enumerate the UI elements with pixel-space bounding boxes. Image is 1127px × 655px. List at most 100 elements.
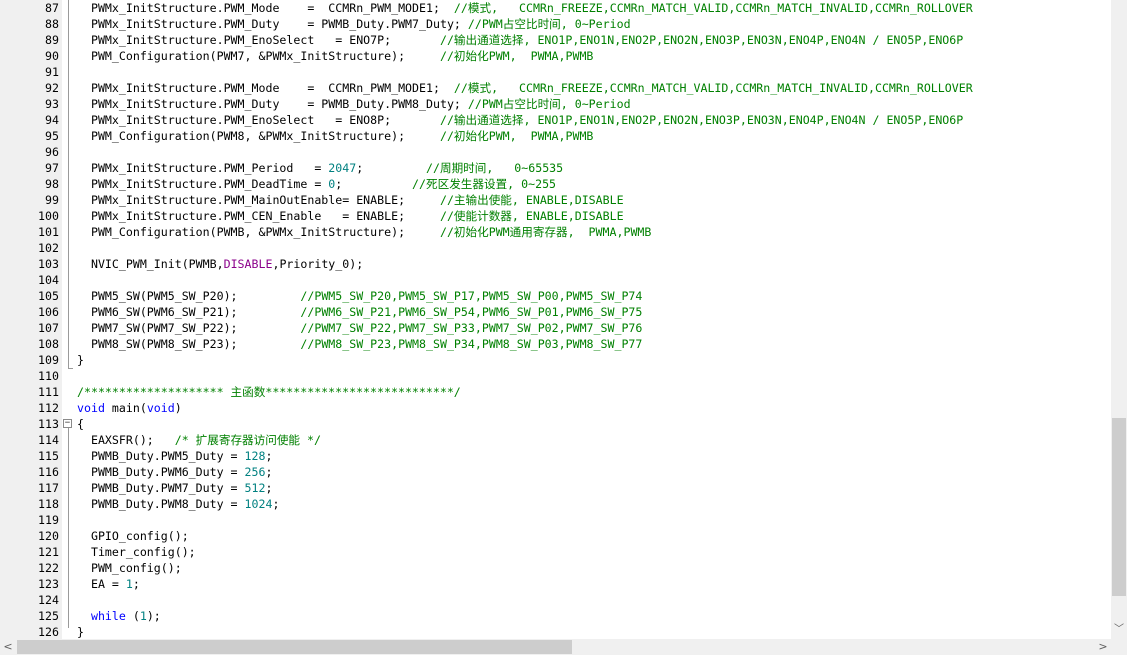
code-text: PWM5_SW(PWM5_SW_P20); //PWM5_SW_P20,PWM5… xyxy=(77,288,642,304)
code-token: PWMx_InitStructure.PWM_Mode = CCMRn_PWM_… xyxy=(77,1,454,15)
code-line[interactable]: 115 PWMB_Duty.PWM5_Duty = 128; xyxy=(0,448,1111,464)
code-line[interactable]: 91 xyxy=(0,64,1111,80)
code-line[interactable]: 121 Timer_config(); xyxy=(0,544,1111,560)
code-comment: //输出通道选择, ENO1P,ENO1N,ENO2P,ENO2N,ENO3P,… xyxy=(439,113,964,127)
code-line[interactable]: 125 while (1); xyxy=(0,608,1111,624)
code-line[interactable]: 119 xyxy=(0,512,1111,528)
code-line[interactable]: 87 PWMx_InitStructure.PWM_Mode = CCMRn_P… xyxy=(0,0,1111,16)
line-number: 102 xyxy=(38,241,59,255)
chevron-left-icon[interactable]: < xyxy=(0,639,16,655)
code-line[interactable]: 123 EA = 1; xyxy=(0,576,1111,592)
code-line[interactable]: 101 PWM_Configuration(PWMB, &PWMx_InitSt… xyxy=(0,224,1111,240)
line-number: 91 xyxy=(45,65,59,79)
line-number: 88 xyxy=(45,17,59,31)
vertical-scroll-thumb[interactable] xyxy=(1112,418,1126,596)
code-line[interactable]: 112 void main(void) xyxy=(0,400,1111,416)
code-line[interactable]: 116 PWMB_Duty.PWM6_Duty = 256; xyxy=(0,464,1111,480)
code-line[interactable]: 98 PWMx_InitStructure.PWM_DeadTime = 0; … xyxy=(0,176,1111,192)
code-line[interactable]: 94 PWMx_InitStructure.PWM_EnoSelect = EN… xyxy=(0,112,1111,128)
code-line[interactable]: 106 PWM6_SW(PWM6_SW_P21); //PWM6_SW_P21,… xyxy=(0,304,1111,320)
code-text: PWMx_InitStructure.PWM_CEN_Enable = ENAB… xyxy=(77,208,624,224)
code-line[interactable]: 118 PWMB_Duty.PWM8_Duty = 1024; xyxy=(0,496,1111,512)
code-text: void main(void) xyxy=(77,400,182,416)
code-token: PWMx_InitStructure.PWM_EnoSelect = ENO8P… xyxy=(77,113,440,127)
line-number: 92 xyxy=(45,81,59,95)
code-line[interactable]: 93 PWMx_InitStructure.PWM_Duty = PWMB_Du… xyxy=(0,96,1111,112)
code-token: ); xyxy=(146,609,161,623)
code-line[interactable]: 122 PWM_config(); xyxy=(0,560,1111,576)
code-token: ; xyxy=(335,177,413,191)
code-line[interactable]: 100 PWMx_InitStructure.PWM_CEN_Enable = … xyxy=(0,208,1111,224)
code-line[interactable]: 120 GPIO_config(); xyxy=(0,528,1111,544)
chevron-right-icon[interactable]: > xyxy=(1095,639,1111,655)
code-line[interactable]: 97 PWMx_InitStructure.PWM_Period = 2047;… xyxy=(0,160,1111,176)
code-line[interactable]: 105 PWM5_SW(PWM5_SW_P20); //PWM5_SW_P20,… xyxy=(0,288,1111,304)
code-text: PWMx_InitStructure.PWM_Duty = PWMB_Duty.… xyxy=(77,96,631,112)
code-line[interactable]: 99 PWMx_InitStructure.PWM_MainOutEnable=… xyxy=(0,192,1111,208)
code-token: PWMx_InitStructure.PWM_Mode = CCMRn_PWM_… xyxy=(77,81,454,95)
line-number: 120 xyxy=(38,529,59,543)
fold-guide-line xyxy=(68,0,69,368)
horizontal-scroll-thumb[interactable] xyxy=(17,640,572,654)
line-number: 101 xyxy=(38,225,59,239)
code-line[interactable]: 95 PWM_Configuration(PWM8, &PWMx_InitStr… xyxy=(0,128,1111,144)
line-number: 103 xyxy=(38,257,59,271)
fold-minus-icon[interactable]: − xyxy=(63,419,72,428)
code-line[interactable]: 109} xyxy=(0,352,1111,368)
code-line[interactable]: 117 PWMB_Duty.PWM7_Duty = 512; xyxy=(0,480,1111,496)
code-line[interactable]: 113 { xyxy=(0,416,1111,432)
code-line[interactable]: 114 EAXSFR(); /* 扩展寄存器访问使能 */ xyxy=(0,432,1111,448)
code-token: PWMB_Duty.PWM5_Duty = xyxy=(77,449,245,463)
code-comment: //模式, CCMRn_FREEZE,CCMRn_MATCH_VALID,CCM… xyxy=(453,81,973,95)
code-token: EA = xyxy=(77,577,126,591)
line-number: 89 xyxy=(45,33,59,47)
code-line[interactable]: 124 xyxy=(0,592,1111,608)
code-line[interactable]: 92 PWMx_InitStructure.PWM_Mode = CCMRn_P… xyxy=(0,80,1111,96)
code-line[interactable]: 110 xyxy=(0,368,1111,384)
fold-guide-line xyxy=(68,428,69,628)
code-line[interactable]: 111 /******************** 主函数************… xyxy=(0,384,1111,400)
code-comment: //主输出使能, ENABLE,DISABLE xyxy=(439,193,624,207)
code-line[interactable]: 88 PWMx_InitStructure.PWM_Duty = PWMB_Du… xyxy=(0,16,1111,32)
code-token: PWM_config(); xyxy=(77,561,182,575)
line-number: 118 xyxy=(38,497,59,511)
code-line[interactable]: 108 PWM8_SW(PWM8_SW_P23); //PWM8_SW_P23,… xyxy=(0,336,1111,352)
line-number: 114 xyxy=(38,433,59,447)
code-line[interactable]: 96 xyxy=(0,144,1111,160)
code-text: NVIC_PWM_Init(PWMB,DISABLE,Priority_0); xyxy=(77,256,363,272)
code-comment: /******************** 主函数***************… xyxy=(77,385,461,399)
code-number: 512 xyxy=(244,481,266,495)
code-text: Timer_config(); xyxy=(77,544,196,560)
code-comment: //PWM5_SW_P20,PWM5_SW_P17,PWM5_SW_P00,PW… xyxy=(300,289,643,303)
code-token: Timer_config(); xyxy=(77,545,196,559)
code-comment: //PWM占空比时间, 0~Period xyxy=(467,97,631,111)
code-line[interactable]: 89 PWMx_InitStructure.PWM_EnoSelect = EN… xyxy=(0,32,1111,48)
code-line[interactable]: 107 PWM7_SW(PWM7_SW_P22); //PWM7_SW_P22,… xyxy=(0,320,1111,336)
code-token: ; xyxy=(272,497,280,511)
code-line[interactable]: 104 xyxy=(0,272,1111,288)
code-editor[interactable]: 87 PWMx_InitStructure.PWM_Mode = CCMRn_P… xyxy=(0,0,1111,639)
code-keyword: void xyxy=(146,401,175,415)
code-keyword: void xyxy=(77,401,105,415)
code-number: 1024 xyxy=(244,497,273,511)
line-number: 110 xyxy=(38,369,59,383)
line-number: 109 xyxy=(38,353,59,367)
line-number: 105 xyxy=(38,289,59,303)
code-line[interactable]: 90 PWM_Configuration(PWM7, &PWMx_InitStr… xyxy=(0,48,1111,64)
code-comment: //死区发生器设置, 0~255 xyxy=(412,177,557,191)
code-token: PWMx_InitStructure.PWM_DeadTime = xyxy=(77,177,329,191)
code-token: ( xyxy=(125,609,140,623)
code-line[interactable]: 103 NVIC_PWM_Init(PWMB,DISABLE,Priority_… xyxy=(0,256,1111,272)
code-text: } xyxy=(77,352,84,368)
code-text: PWMx_InitStructure.PWM_Mode = CCMRn_PWM_… xyxy=(77,80,973,96)
code-text: /******************** 主函数***************… xyxy=(77,384,461,400)
chevron-down-icon[interactable]: ﹀ xyxy=(1111,621,1127,639)
code-comment: //PWM6_SW_P21,PWM6_SW_P54,PWM6_SW_P01,PW… xyxy=(300,305,643,319)
code-line[interactable]: 102 xyxy=(0,240,1111,256)
code-token: ; xyxy=(265,449,273,463)
code-text: PWM7_SW(PWM7_SW_P22); //PWM7_SW_P22,PWM7… xyxy=(77,320,642,336)
line-number: 93 xyxy=(45,97,59,111)
code-token: PWM_Configuration(PWMB, &PWMx_InitStruct… xyxy=(77,225,440,239)
code-line[interactable]: 126} xyxy=(0,624,1111,639)
code-comment: //初始化PWM, PWMA,PWMB xyxy=(439,129,594,143)
